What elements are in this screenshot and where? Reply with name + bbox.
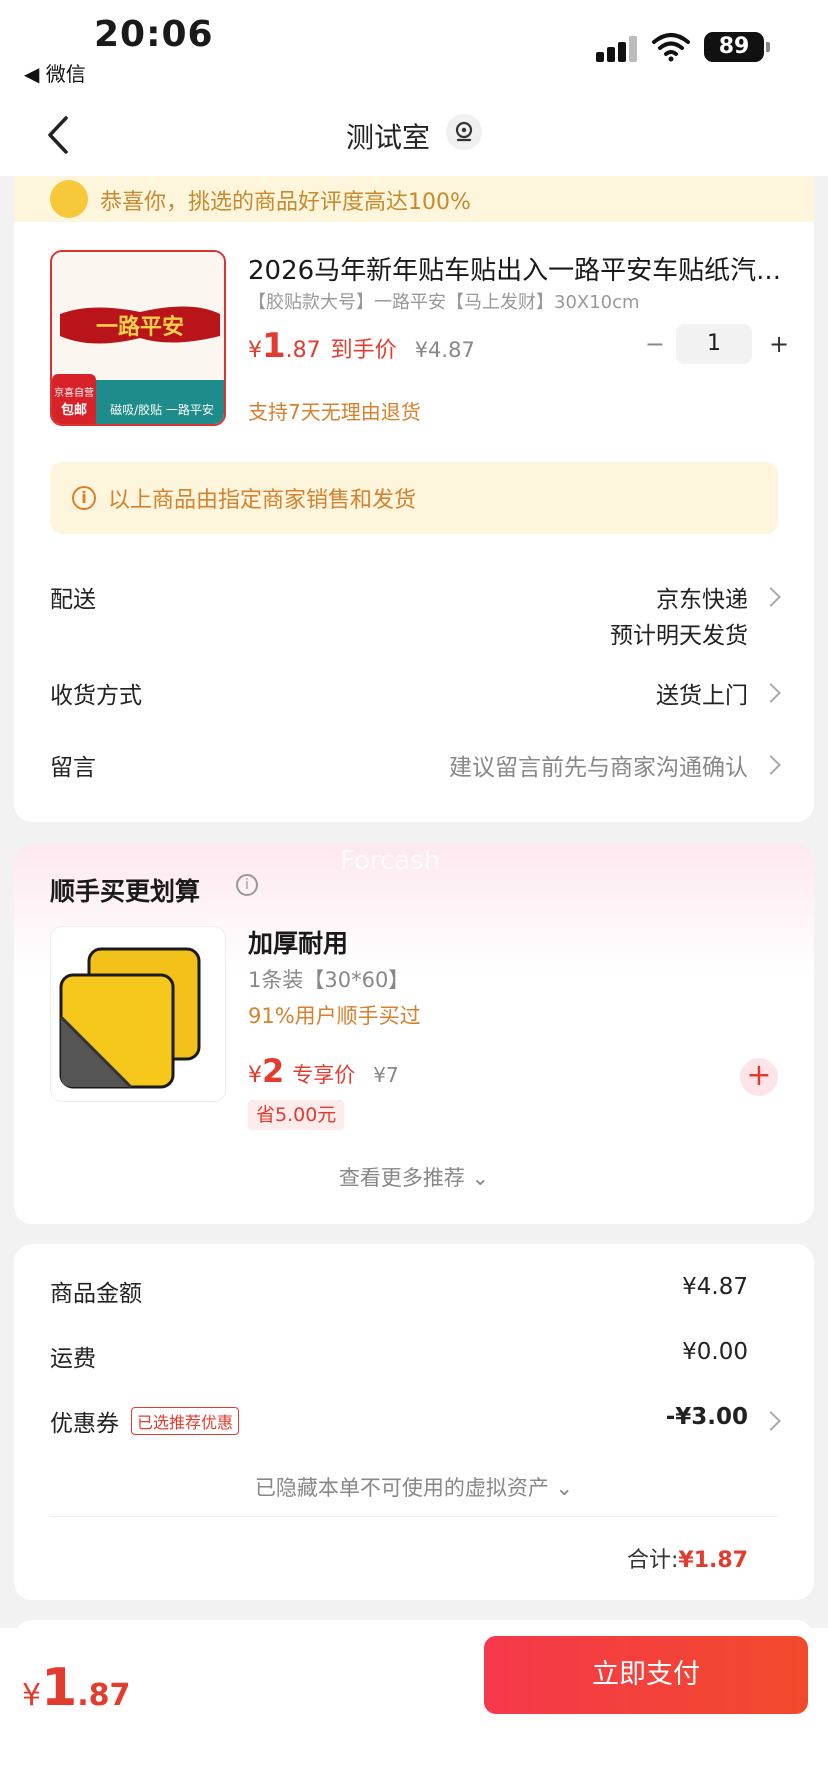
shipping-label: 运费 (50, 1346, 96, 1372)
original-price: ¥4.87 (414, 338, 475, 362)
coupon-label-text: 优惠券 (50, 1411, 119, 1437)
svg-text:京喜自营: 京喜自营 (54, 386, 94, 399)
coupon-value[interactable]: -¥3.00 (666, 1404, 748, 1430)
seller-notice: i 以上商品由指定商家销售和发货 (50, 462, 778, 534)
back-arrow-icon[interactable] (40, 112, 80, 158)
battery-indicator: 89 (704, 32, 770, 62)
info-icon: i (72, 486, 96, 510)
chevron-right-icon[interactable] (761, 683, 781, 703)
car-sticker-icon: 一路平安 京喜自营 包邮 磁吸/胶贴 一路平安 (52, 252, 224, 424)
addon-section-title: 顺手买更划算 (50, 877, 201, 906)
currency-symbol: ¥ (248, 338, 262, 363)
signal-icon (596, 36, 640, 62)
banner-text: 恭喜你，挑选的商品好评度高达100% (100, 190, 471, 215)
message-label: 留言 (50, 755, 96, 781)
addon-price-value: 2 (262, 1052, 285, 1090)
order-summary-card: 商品金额 ¥4.87 运费 ¥0.00 优惠券 已选推荐优惠 -¥3.00 已隐藏… (14, 1244, 814, 1600)
product-image[interactable]: 一路平安 京喜自营 包邮 磁吸/胶贴 一路平安 (50, 250, 226, 426)
addon-title[interactable]: 加厚耐用 (248, 924, 348, 960)
delivery-value[interactable]: 京东快递 (656, 580, 748, 614)
addon-price-label: 专享价 (292, 1063, 356, 1087)
addon-price: ¥2 专享价 ¥7 (248, 1052, 399, 1090)
goods-amount-value: ¥4.87 (682, 1274, 748, 1300)
addon-original-price: ¥7 (373, 1063, 399, 1087)
divider (50, 1516, 778, 1517)
bottom-price-integer: 1 (41, 1658, 78, 1718)
addon-image[interactable] (50, 926, 226, 1102)
increase-button[interactable]: + (764, 324, 794, 364)
quantity-stepper: − 1 + (626, 324, 794, 364)
message-value[interactable]: 建议留言前先与商家沟通确认 (449, 748, 748, 782)
price-decimal: .87 (285, 338, 321, 363)
product-spec[interactable]: 【胶贴款大号】一路平安【马上发财】30X10cm (248, 288, 640, 314)
nav-bar: 测试室 (0, 96, 828, 176)
price-label: 到手价 (330, 338, 397, 363)
add-to-order-button[interactable]: + (740, 1058, 778, 1096)
bottom-pay-bar: ¥1.87 立即支付 (0, 1628, 828, 1792)
chevron-right-icon[interactable] (761, 755, 781, 775)
svg-text:一路平安: 一路平安 (96, 314, 184, 340)
page-title: 测试室 (346, 121, 431, 154)
addon-card: 顺手买更划算 i 加厚耐用 1条装【30*60】 91%用户顺手买过 ¥2 专享价… (14, 844, 814, 1224)
coupon-label: 优惠券 已选推荐优惠 (50, 1404, 240, 1438)
rating-banner: 恭喜你，挑选的商品好评度高达100% (14, 176, 814, 224)
savings-badge: 省5.00元 (248, 1100, 345, 1130)
towel-icon (59, 947, 201, 1089)
more-recommendations-link[interactable]: 查看更多推荐 ⌄ (14, 1162, 814, 1192)
watermark: Forcash (340, 846, 441, 876)
info-icon[interactable]: i (236, 874, 258, 896)
currency-symbol: ¥ (22, 1678, 42, 1713)
refresh-badge-icon (50, 180, 88, 218)
svg-text:磁吸/胶贴 一路平安: 磁吸/胶贴 一路平安 (110, 402, 214, 417)
quantity-value[interactable]: 1 (676, 324, 752, 364)
chevron-right-icon[interactable] (761, 587, 781, 607)
addon-spec[interactable]: 1条装【30*60】 (248, 964, 409, 994)
receive-value[interactable]: 送货上门 (656, 676, 748, 710)
coupon-tag: 已选推荐优惠 (131, 1407, 240, 1435)
status-bar: 20:06 ◀ 微信 89 (0, 0, 828, 96)
product-price: ¥1.87 到手价 ¥4.87 (248, 326, 475, 366)
bottom-price-decimal: .87 (77, 1678, 131, 1713)
total: 合计:¥1.87 (627, 1542, 748, 1574)
svg-text:包邮: 包邮 (61, 402, 87, 418)
total-value: ¥1.87 (678, 1548, 748, 1573)
price-integer: 1 (262, 326, 286, 366)
delivery-eta: 预计明天发货 (610, 623, 748, 649)
shipping-value: ¥0.00 (682, 1339, 748, 1365)
bottom-total-price: ¥1.87 (22, 1658, 130, 1718)
status-time: 20:06 (94, 14, 214, 55)
goods-amount-label: 商品金额 (50, 1281, 142, 1307)
product-title[interactable]: 2026马年新年贴车贴出入一路平安车贴纸汽... (248, 250, 788, 287)
delivery-label: 配送 (50, 587, 96, 613)
addon-bought: 91%用户顺手买过 (248, 1004, 421, 1028)
wifi-icon (652, 33, 690, 62)
notice-text: 以上商品由指定商家销售和发货 (108, 488, 417, 513)
return-policy: 支持7天无理由退货 (248, 400, 421, 424)
total-label: 合计: (626, 1548, 679, 1573)
currency-symbol: ¥ (248, 1063, 262, 1088)
chevron-right-icon[interactable] (761, 1411, 781, 1431)
location-icon[interactable] (446, 114, 482, 150)
pay-now-button[interactable]: 立即支付 (484, 1636, 808, 1714)
receive-label: 收货方式 (50, 683, 142, 709)
product-card: 一路平安 京喜自营 包邮 磁吸/胶贴 一路平安 2026马年新年贴车贴出入一路平… (14, 222, 814, 822)
hidden-assets-toggle[interactable]: 已隐藏本单不可使用的虚拟资产 ⌄ (14, 1472, 814, 1502)
decrease-button[interactable]: − (640, 324, 670, 364)
back-to-wechat-link[interactable]: ◀ 微信 (24, 58, 86, 87)
